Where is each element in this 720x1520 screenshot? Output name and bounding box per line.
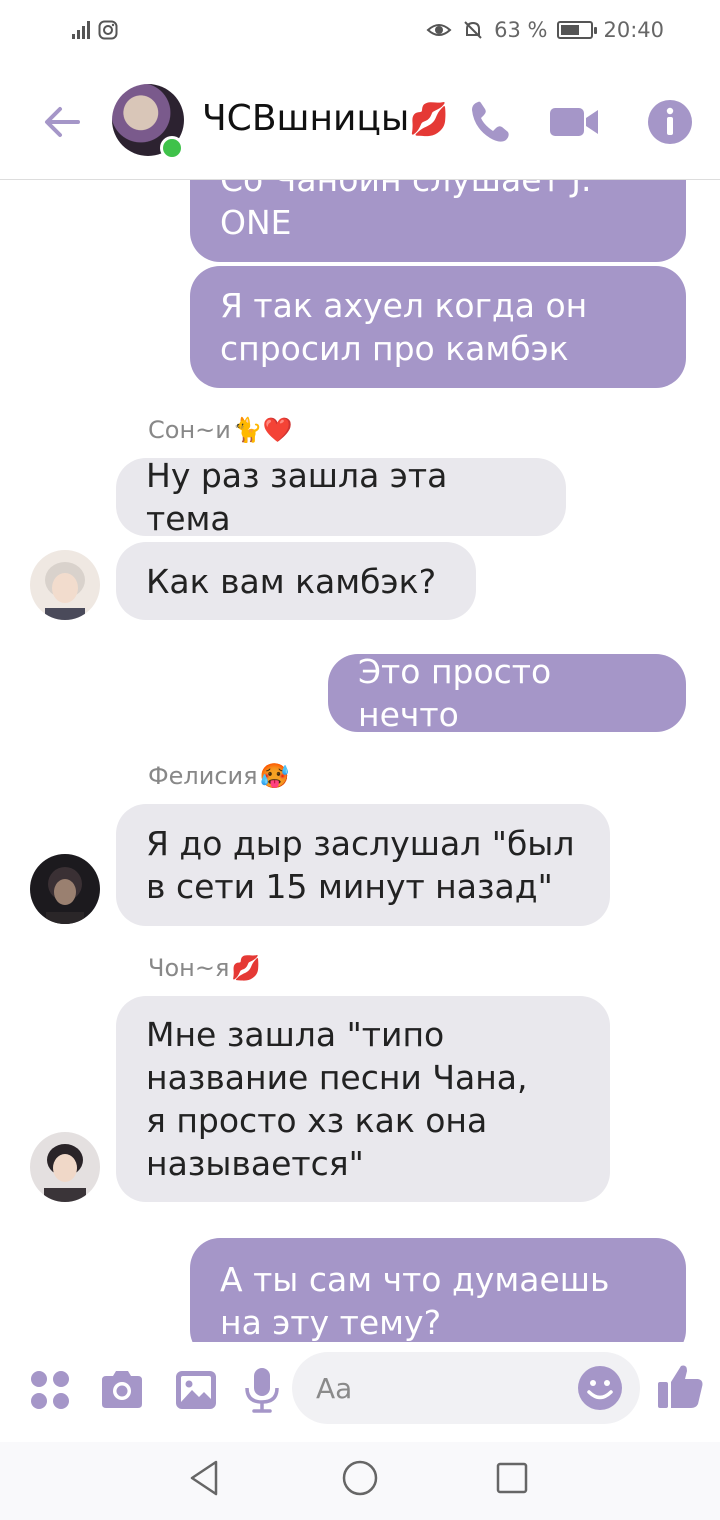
message-incoming[interactable]: Я до дыр заслушал "был в сети 15 минут н… (116, 804, 610, 926)
status-right: 63 % 20:40 (426, 18, 664, 42)
emoji-icon[interactable] (576, 1364, 624, 1412)
message-input[interactable]: Aa (292, 1352, 640, 1424)
info-icon[interactable] (644, 96, 696, 148)
back-arrow-icon[interactable] (38, 98, 86, 146)
microphone-icon[interactable] (236, 1364, 288, 1416)
sender-name: Сон~и 🐈❤️ (148, 416, 293, 444)
message-outgoing[interactable]: Со Чанбин слушает J. ONE (190, 180, 686, 262)
chat-title-emoji: 💋 (409, 99, 450, 138)
video-icon[interactable] (548, 96, 600, 148)
nav-recents-icon[interactable] (490, 1456, 534, 1500)
chat-title-text: ЧСВшницы (202, 98, 410, 139)
battery-percent: 63 % (494, 18, 548, 42)
message-outgoing[interactable]: Это просто нечто (328, 652, 686, 734)
phone-icon[interactable] (464, 96, 516, 148)
sender-avatar[interactable] (30, 1132, 100, 1202)
status-left (72, 20, 118, 40)
sender-name-text: Чон~я (148, 954, 230, 982)
sender-name-text: Сон~и (148, 416, 231, 444)
sender-name-emoji: 🐈❤️ (232, 416, 293, 444)
message-input-placeholder: Aa (316, 1371, 353, 1405)
battery-icon (557, 21, 598, 39)
sender-avatar[interactable] (30, 854, 100, 924)
sender-name: Чон~я 💋 (148, 954, 261, 982)
message-incoming[interactable]: Мне зашла "типо название песни Чана, я п… (116, 996, 610, 1202)
nav-home-icon[interactable] (338, 1456, 382, 1500)
chat-header: ЧСВшницы 💋 (0, 62, 720, 180)
composer-bar: Aa (0, 1342, 720, 1442)
signal-icon (72, 21, 90, 39)
message-outgoing[interactable]: А ты сам что думаешь на эту тему? (190, 1238, 686, 1342)
online-indicator (160, 136, 184, 160)
screen: 63 % 20:40 ЧСВшницы 💋 Со Чанбин слуш (0, 0, 720, 1520)
system-nav-bar (0, 1442, 720, 1520)
sender-name-emoji: 🥵 (259, 762, 290, 790)
apps-icon[interactable] (24, 1364, 76, 1416)
status-bar: 63 % 20:40 (0, 0, 720, 62)
camera-icon[interactable] (96, 1364, 148, 1416)
message-list[interactable]: Со Чанбин слушает J. ONE Я так ахуел ког… (0, 180, 720, 1342)
message-incoming[interactable]: Как вам камбэк? (116, 542, 476, 620)
sender-avatar[interactable] (30, 550, 100, 620)
chat-title[interactable]: ЧСВшницы 💋 (202, 98, 449, 139)
instagram-icon (98, 20, 118, 40)
mute-bell-icon (464, 21, 482, 39)
nav-back-icon[interactable] (184, 1456, 228, 1500)
sender-name: Фелисия 🥵 (148, 762, 289, 790)
message-incoming[interactable]: Ну раз зашла эта тема (116, 456, 566, 538)
message-outgoing[interactable]: Я так ахуел когда он спросил про камбэк (190, 266, 686, 388)
gallery-icon[interactable] (170, 1364, 222, 1416)
sender-name-emoji: 💋 (231, 954, 262, 982)
clock: 20:40 (603, 18, 664, 42)
eye-icon (426, 24, 452, 36)
sender-name-text: Фелисия (148, 762, 258, 790)
like-icon[interactable] (654, 1360, 706, 1412)
